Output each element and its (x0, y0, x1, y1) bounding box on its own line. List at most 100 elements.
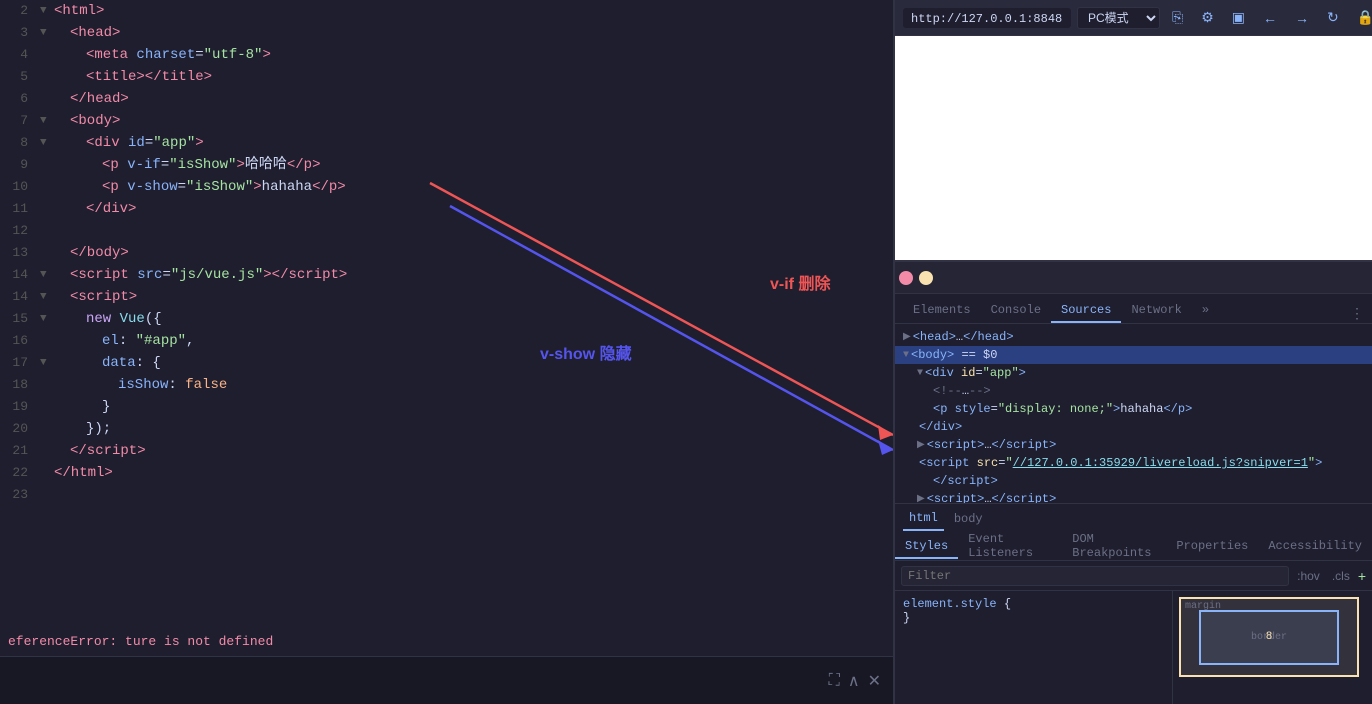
devtools-min-btn[interactable] (919, 271, 933, 285)
code-line: 16 el: "#app", (0, 330, 893, 352)
element-line[interactable]: <!--…--> (895, 382, 1372, 400)
mode-select[interactable]: PC模式 手机模式 (1077, 7, 1160, 29)
code-line: 19 } (0, 396, 893, 418)
code-text: <script src="js/vue.js"></script> (54, 264, 347, 286)
fold-icon[interactable]: ▼ (40, 110, 54, 132)
line-number: 7 (0, 110, 40, 132)
responsive-btn[interactable]: ▣ (1226, 7, 1251, 28)
code-text: </html> (54, 462, 113, 484)
editor-bottom-bar: ⛶ ∧ ✕ (0, 656, 893, 704)
code-text: data: { (54, 352, 161, 374)
browser-toolbar: PC模式 手机模式 ⎘ ⚙ ▣ ← → ↻ 🔒 ⊞ (895, 0, 1372, 36)
line-number: 3 (0, 22, 40, 44)
fold-icon[interactable]: ▼ (40, 132, 54, 154)
line-number: 14 (0, 264, 40, 286)
line-number: 4 (0, 44, 40, 66)
fold-icon[interactable]: ▼ (40, 0, 54, 22)
line-number: 17 (0, 352, 40, 374)
styles-box-model: margin 8 border (1172, 591, 1372, 704)
tab-network[interactable]: Network (1121, 299, 1191, 323)
reload-btn[interactable]: ↻ (1321, 7, 1345, 28)
tab-elements[interactable]: Elements (903, 299, 981, 323)
code-text: </body> (54, 242, 129, 264)
devtools-header (895, 262, 1372, 294)
code-line: 6 </head> (0, 88, 893, 110)
styles-filter-row: :hov .cls + (895, 561, 1372, 591)
code-line: 14▼<script src="js/vue.js"></script> (0, 264, 893, 286)
devtools-menu[interactable]: ⋮ (1342, 306, 1372, 323)
fold-icon[interactable]: ▼ (40, 352, 54, 374)
elem-arrow[interactable]: ▶ (917, 439, 925, 451)
code-line: 14▼<script> (0, 286, 893, 308)
code-text: isShow: false (54, 374, 227, 396)
forward-btn[interactable]: → (1289, 8, 1315, 28)
line-number: 13 (0, 242, 40, 264)
fold-icon[interactable]: ▼ (40, 308, 54, 330)
code-line: 4 <meta charset="utf-8"> (0, 44, 893, 66)
styles-content: element.style { } margin 8 border (895, 591, 1372, 704)
fold-icon[interactable]: ▼ (40, 264, 54, 286)
code-text: <body> (54, 110, 120, 132)
styles-filter-input[interactable] (901, 566, 1289, 586)
html-tab[interactable]: html (903, 507, 944, 531)
tab-sources[interactable]: Sources (1051, 299, 1121, 323)
devtools-tabs: Elements Console Sources Network » ⋮ (895, 294, 1372, 324)
elem-arrow[interactable]: ▶ (903, 331, 911, 343)
fold-icon[interactable]: ▼ (40, 286, 54, 308)
element-line[interactable]: </div> (895, 418, 1372, 436)
element-line[interactable]: ▶ <script>…</script> (895, 490, 1372, 503)
back-btn[interactable]: ← (1257, 8, 1283, 28)
expand-icon[interactable]: ⛶ (829, 672, 840, 690)
tab-styles[interactable]: Styles (895, 535, 958, 559)
cls-btn[interactable]: .cls (1328, 567, 1354, 585)
bottom-panel-tabs: html body (895, 503, 1372, 533)
code-text: <head> (54, 22, 120, 44)
elem-arrow[interactable]: ▶ (917, 493, 925, 503)
styles-text: element.style { } (895, 591, 1172, 704)
body-tab[interactable]: body (948, 508, 989, 530)
element-line[interactable]: <script src="//127.0.0.1:35929/livereloa… (895, 454, 1372, 472)
tab-more[interactable]: » (1192, 299, 1219, 323)
code-text: <meta charset="utf-8"> (54, 44, 271, 66)
pseudo-btn[interactable]: :hov (1293, 567, 1324, 585)
styles-area: Styles Event Listeners DOM Breakpoints P… (895, 533, 1372, 704)
error-text: eferenceError: ture is not defined (8, 634, 273, 649)
close-icon[interactable]: ✕ (868, 671, 881, 691)
line-number: 20 (0, 418, 40, 440)
line-number: 16 (0, 330, 40, 352)
code-text: </head> (54, 88, 129, 110)
elem-arrow[interactable]: ▼ (903, 350, 909, 361)
line-number: 18 (0, 374, 40, 396)
line-number: 22 (0, 462, 40, 484)
element-line[interactable]: <p style="display: none;">hahaha</p> (895, 400, 1372, 418)
browser-content (895, 36, 1372, 260)
tab-console[interactable]: Console (981, 299, 1051, 323)
elements-panel: ▶ <head>…</head>▼ <body> == $0▼ <div id=… (895, 324, 1372, 503)
code-line: 10 <p v-show="isShow">hahaha</p> (0, 176, 893, 198)
settings-btn[interactable]: ⚙ (1195, 7, 1220, 28)
add-rule-btn[interactable]: + (1358, 568, 1366, 584)
code-line: 3▼<head> (0, 22, 893, 44)
code-text: }); (54, 418, 111, 440)
element-line[interactable]: </script> (895, 472, 1372, 490)
elem-arrow[interactable]: ▼ (917, 368, 923, 379)
lock-btn[interactable]: 🔒 (1351, 7, 1372, 28)
up-icon[interactable]: ∧ (848, 671, 860, 691)
element-line[interactable]: ▶ <head>…</head> (895, 328, 1372, 346)
code-text: } (54, 396, 110, 418)
screenshot-btn[interactable]: ⎘ (1166, 7, 1189, 28)
code-line: 18 isShow: false (0, 374, 893, 396)
tab-properties[interactable]: Properties (1166, 535, 1258, 559)
code-line: 9 <p v-if="isShow">哈哈哈</p> (0, 154, 893, 176)
element-line[interactable]: ▼ <body> == $0 (895, 346, 1372, 364)
tab-accessibility[interactable]: Accessibility (1258, 535, 1372, 559)
code-text: <title></title> (54, 66, 212, 88)
fold-icon[interactable]: ▼ (40, 22, 54, 44)
element-line[interactable]: ▼ <div id="app"> (895, 364, 1372, 382)
code-content: 2▼<html>3▼<head>4 <meta charset="utf-8">… (0, 0, 893, 506)
devtools-close-btn[interactable] (899, 271, 913, 285)
url-bar[interactable] (903, 8, 1071, 28)
code-line: 23 (0, 484, 893, 506)
element-line[interactable]: ▶ <script>…</script> (895, 436, 1372, 454)
devtools-bottom: Elements Console Sources Network » ⋮ ▶ <… (895, 262, 1372, 704)
